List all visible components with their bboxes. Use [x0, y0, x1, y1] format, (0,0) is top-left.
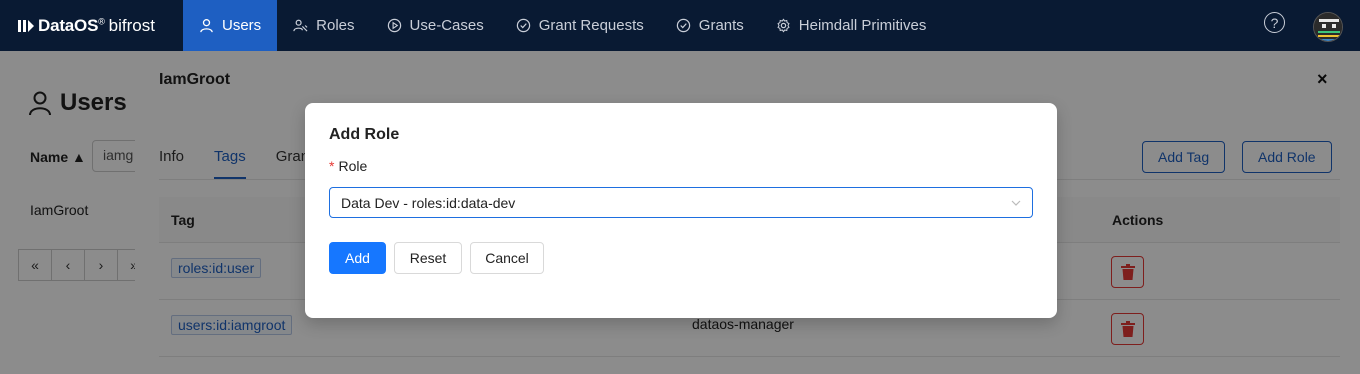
role-select-value: Data Dev - roles:id:data-dev [341, 194, 516, 211]
dataos-logo-icon [18, 19, 34, 32]
top-navbar: DataOS® bifrost Users Roles Use-Cases Gr… [0, 0, 1360, 51]
nav-grants-label: Grants [698, 17, 744, 34]
avatar[interactable] [1313, 12, 1343, 42]
add-role-modal: Add Role * Role Data Dev - roles:id:data-… [305, 103, 1057, 318]
check-circle-icon [516, 18, 530, 33]
modal-title: Add Role [329, 126, 400, 143]
nav-grant-requests-label: Grant Requests [538, 17, 644, 34]
required-marker: * [329, 158, 335, 174]
add-button[interactable]: Add [329, 242, 386, 274]
nav-grant-requests[interactable]: Grant Requests [500, 0, 660, 51]
nav-roles[interactable]: Roles [277, 0, 370, 51]
role-field-label: * Role [329, 158, 367, 174]
nav-heimdall-primitives-label: Heimdall Primitives [798, 17, 927, 34]
nav-roles-label: Roles [316, 17, 355, 34]
brand-subtitle: bifrost [108, 15, 155, 35]
check-circle-icon [676, 18, 690, 33]
role-select[interactable]: Data Dev - roles:id:data-dev [329, 187, 1033, 218]
nav-grants[interactable]: Grants [660, 0, 760, 51]
brand-name: DataOS® [38, 15, 105, 35]
cancel-button[interactable]: Cancel [470, 242, 544, 274]
roles-icon [293, 19, 308, 32]
role-field-label-text: Role [338, 158, 368, 174]
nav-use-cases[interactable]: Use-Cases [371, 0, 500, 51]
brand-logo[interactable]: DataOS® bifrost [0, 0, 183, 51]
nav-users[interactable]: Users [183, 0, 278, 51]
help-icon[interactable]: ? [1264, 12, 1285, 33]
user-icon [200, 19, 213, 33]
gear-icon [777, 18, 790, 33]
nav-heimdall-primitives[interactable]: Heimdall Primitives [760, 0, 943, 51]
chevron-down-icon [1011, 200, 1021, 206]
reset-button[interactable]: Reset [394, 242, 462, 274]
play-circle-icon [387, 18, 401, 33]
nav-users-label: Users [222, 17, 262, 34]
nav-use-cases-label: Use-Cases [409, 17, 484, 34]
avatar-image [1314, 13, 1342, 41]
